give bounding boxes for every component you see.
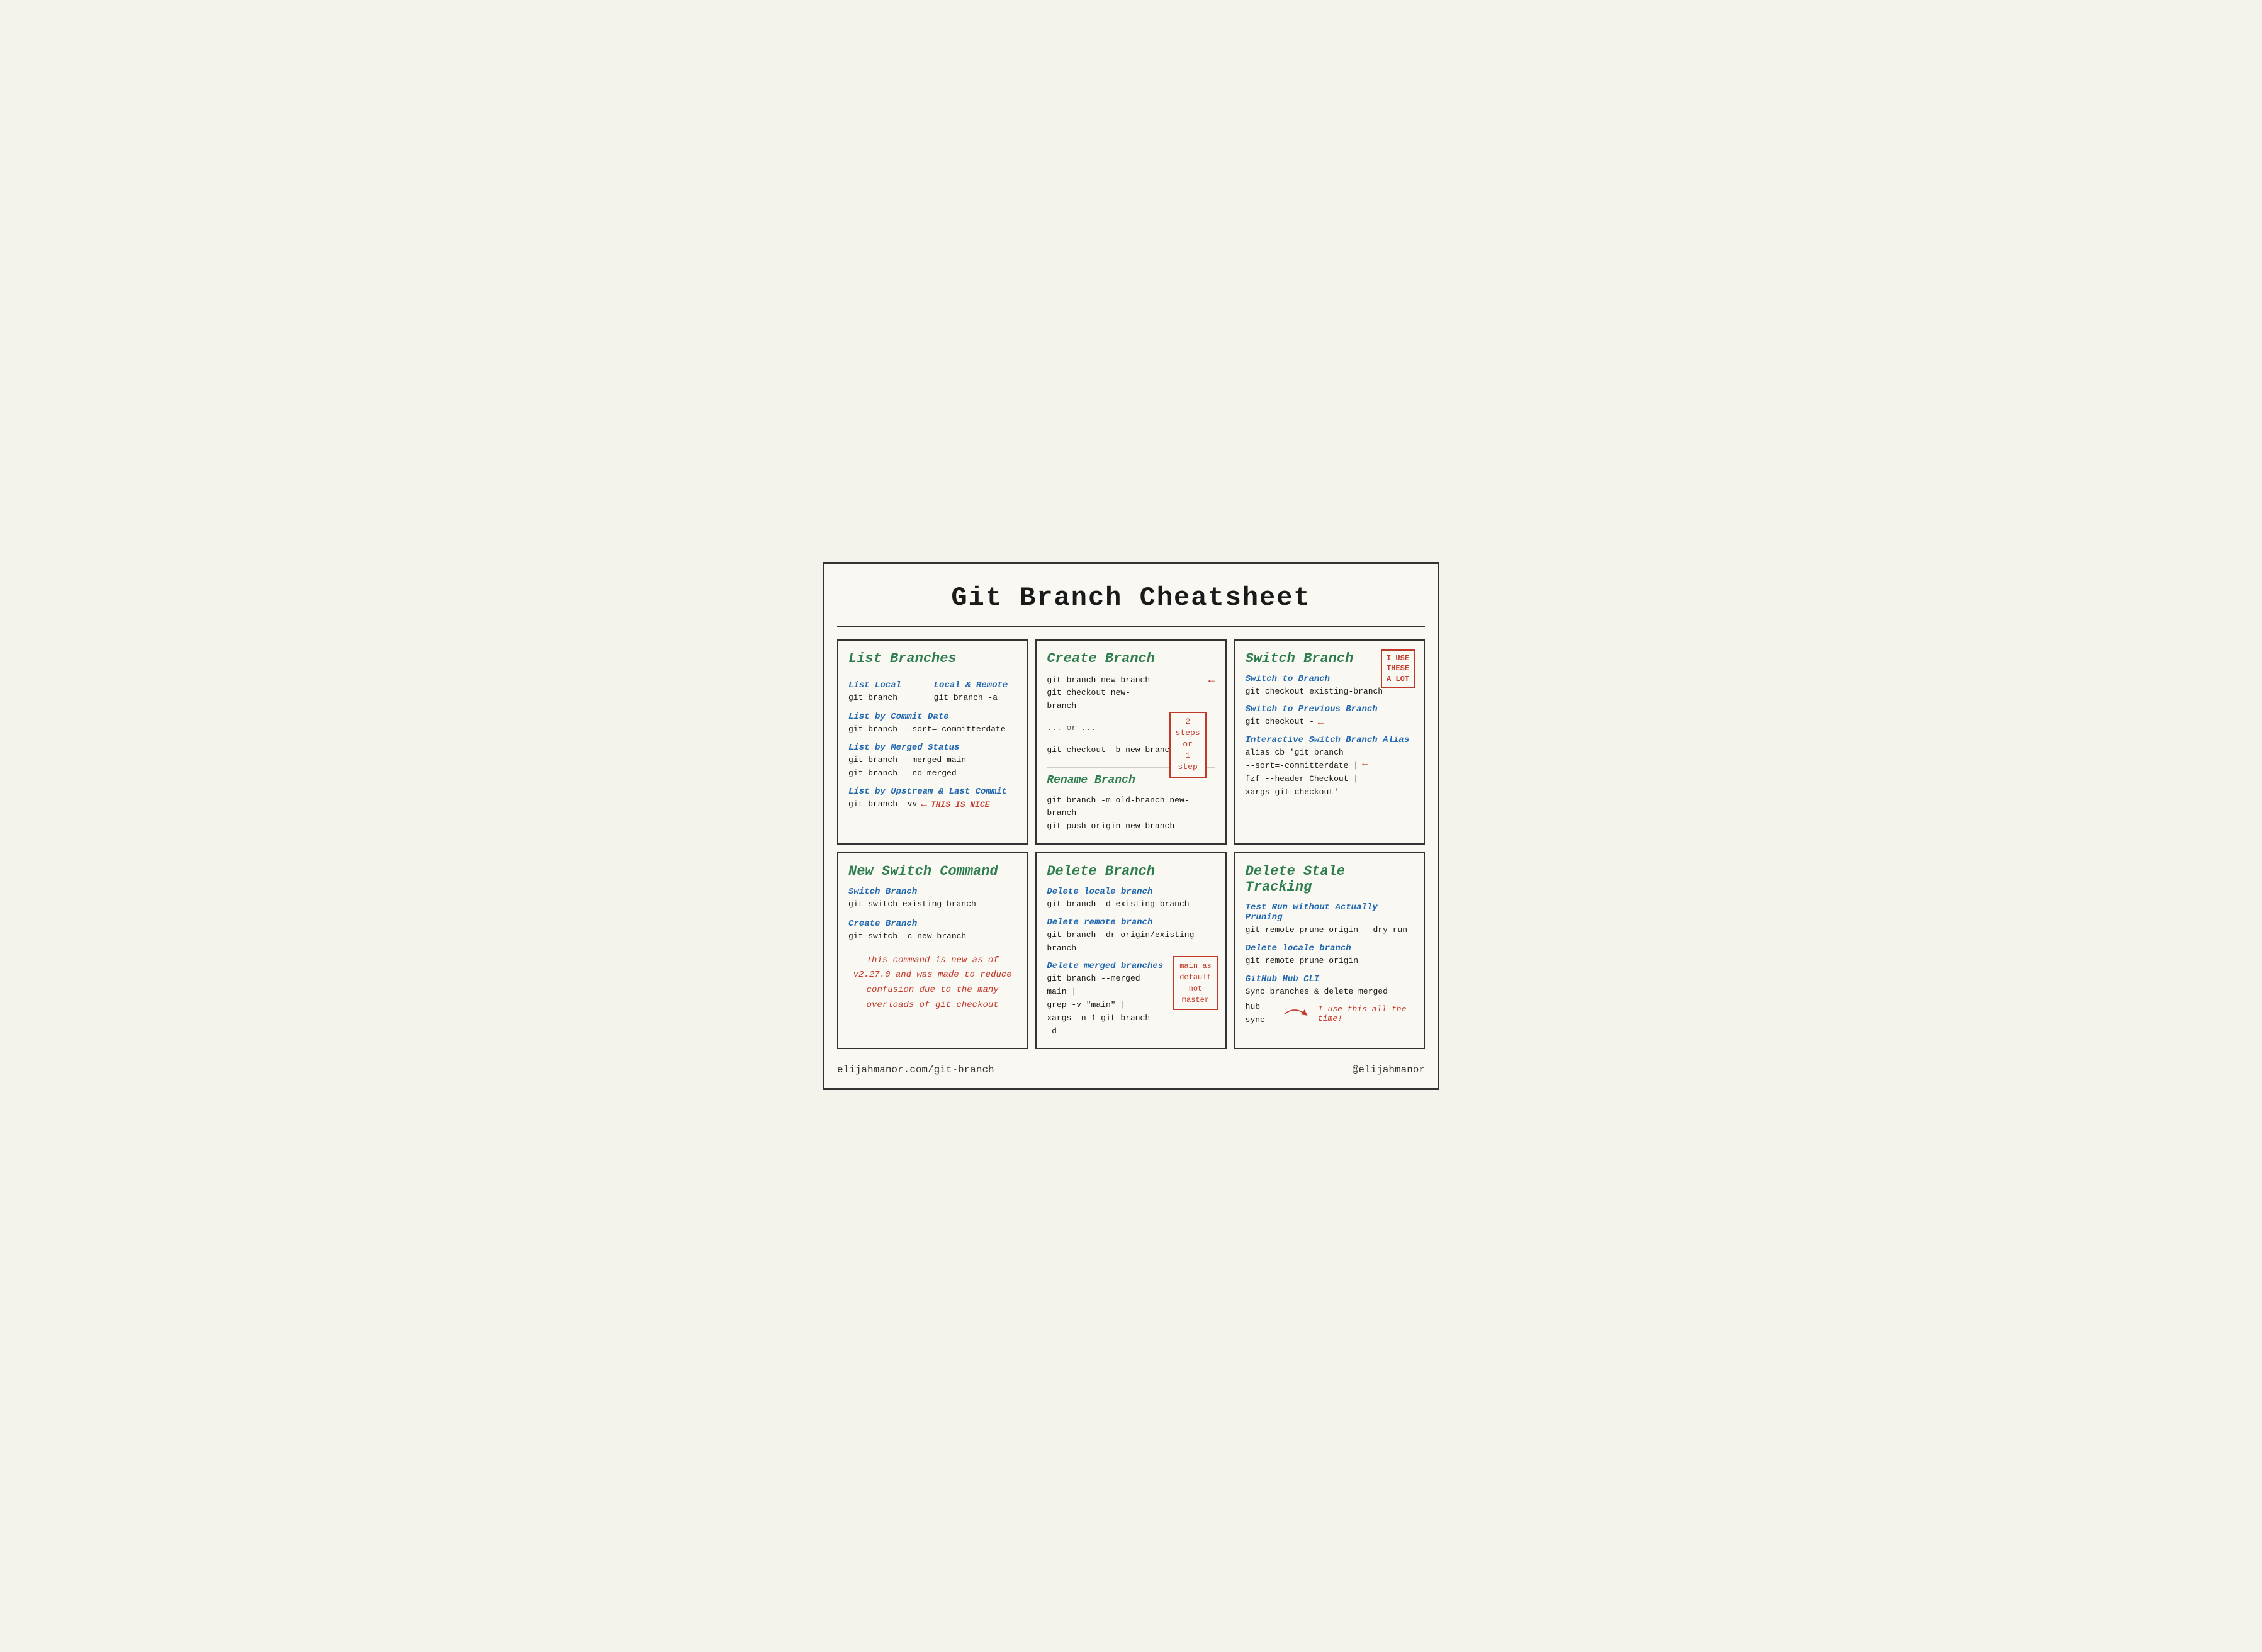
remote-cmd: git branch -a	[934, 692, 1017, 705]
merged-label: List by Merged Status	[848, 743, 1016, 753]
alias-cmd4: xargs git checkout'	[1246, 786, 1358, 799]
main-default-text: main asdefaultnotmaster	[1179, 962, 1211, 1004]
arrow-alias-icon: ←	[1362, 758, 1368, 769]
arrow-left-icon: ←	[921, 799, 927, 810]
card-new-switch: New Switch Command Switch Branch git swi…	[837, 852, 1028, 1049]
sync-cmd: hub sync	[1246, 1001, 1278, 1027]
card-switch-branch: I USETHESEA LOT Switch Branch Switch to …	[1234, 639, 1425, 845]
create-step1: git branch new-branch	[1047, 674, 1158, 687]
upstream-label: List by Upstream & Last Commit	[848, 787, 1016, 797]
hub-sync-row: hub sync I use this all the time!	[1246, 1001, 1414, 1027]
steps-box-text: 2 stepsor1 step	[1176, 717, 1200, 772]
prev-cmd: git checkout -	[1246, 716, 1314, 729]
merged-cmd2: grep -v "main" |	[1047, 999, 1152, 1012]
delete-stale-title: Delete Stale Tracking	[1246, 863, 1414, 895]
merged-cmd3: xargs -n 1 git branch -d	[1047, 1012, 1152, 1038]
create-cmd: git switch -c new-branch	[848, 930, 1016, 943]
switch-cmd: git switch existing-branch	[848, 898, 1016, 911]
switch-branch-label: Switch Branch	[848, 887, 1016, 897]
alias-cmd1: alias cb='git branch	[1246, 746, 1358, 760]
prev-cmd-row: git checkout - ←	[1246, 716, 1414, 729]
local-cmd: git branch	[848, 692, 931, 705]
arrow-prev-icon: ←	[1318, 717, 1324, 728]
alias-cmd3: fzf --header Checkout |	[1246, 773, 1358, 786]
footer-right: @elijahmanor	[1353, 1064, 1425, 1076]
commit-date-label: List by Commit Date	[848, 712, 1016, 722]
hub-sync-note: I use this all the time!	[1318, 1004, 1414, 1023]
i-use-badge: I USETHESEA LOT	[1381, 649, 1415, 688]
footer-left: elijahmanor.com/git-branch	[837, 1064, 994, 1076]
steps-box: 2 stepsor1 step	[1169, 712, 1207, 778]
rename-cmd1: git branch -m old-branch new-branch	[1047, 794, 1215, 821]
page: Git Branch Cheatsheet List Branches List…	[823, 562, 1439, 1091]
github-label: GitHub Hub CLI	[1246, 974, 1414, 984]
new-switch-note: This command is new as of v2.27.0 and wa…	[848, 953, 1016, 1013]
local-remote-row: List Local git branch Local & Remote git…	[848, 674, 1016, 705]
alias-label: Interactive Switch Branch Alias	[1246, 735, 1414, 745]
card-create-branch: Create Branch git branch new-branch git …	[1035, 639, 1226, 845]
stale-local-label: Delete locale branch	[1246, 943, 1414, 953]
list-branches-title: List Branches	[848, 651, 1016, 666]
stale-local-cmd: git remote prune origin	[1246, 955, 1414, 968]
new-switch-title: New Switch Command	[848, 863, 1016, 879]
sync-desc: Sync branches & delete merged	[1246, 986, 1414, 999]
upstream-row: git branch -vv ← THIS IS NICE	[848, 798, 1016, 811]
page-title: Git Branch Cheatsheet	[837, 583, 1425, 613]
merged-cmd1: git branch --merged main |	[1047, 972, 1152, 999]
card-list-branches: List Branches List Local git branch Loca…	[837, 639, 1028, 845]
local-label: List Local	[848, 680, 931, 690]
remote-label: Local & Remote	[934, 680, 1017, 690]
upstream-cmd: git branch -vv	[848, 798, 917, 811]
dryrun-label: Test Run without Actually Pruning	[1246, 902, 1414, 923]
merged-cmd2: git branch --no-merged	[848, 767, 1016, 780]
arrow-to-steps-icon: ←	[1208, 674, 1215, 687]
footer: elijahmanor.com/git-branch @elijahmanor	[837, 1059, 1425, 1076]
cards-grid: List Branches List Local git branch Loca…	[837, 639, 1425, 1050]
delete-remote-cmd: git branch -dr origin/existing-branch	[1047, 929, 1215, 955]
delete-local-cmd: git branch -d existing-branch	[1047, 898, 1215, 911]
main-default-box: main asdefaultnotmaster	[1173, 956, 1217, 1010]
rename-cmd2: git push origin new-branch	[1047, 820, 1215, 833]
title-section: Git Branch Cheatsheet	[837, 576, 1425, 627]
commit-date-cmd: git branch --sort=-committerdate	[848, 723, 1016, 736]
alias-cmd2: --sort=-committerdate |	[1246, 760, 1358, 773]
delete-local-label: Delete locale branch	[1047, 887, 1215, 897]
create-branch-label: Create Branch	[848, 919, 1016, 929]
delete-remote-label: Delete remote branch	[1047, 918, 1215, 928]
hub-sync-arrow-icon	[1282, 1008, 1308, 1020]
dryrun-cmd: git remote prune origin --dry-run	[1246, 924, 1414, 937]
prev-label: Switch to Previous Branch	[1246, 704, 1414, 714]
merged-cmd1: git branch --merged main	[848, 754, 1016, 767]
card-delete-stale: Delete Stale Tracking Test Run without A…	[1234, 852, 1425, 1049]
card-delete-branch: Delete Branch Delete locale branch git b…	[1035, 852, 1226, 1049]
i-use-text: I USETHESEA LOT	[1387, 654, 1409, 684]
upstream-note: THIS IS NICE	[931, 800, 990, 809]
delete-branch-title: Delete Branch	[1047, 863, 1215, 879]
create-step2: git checkout new-branch	[1047, 687, 1158, 713]
create-branch-title: Create Branch	[1047, 651, 1215, 666]
